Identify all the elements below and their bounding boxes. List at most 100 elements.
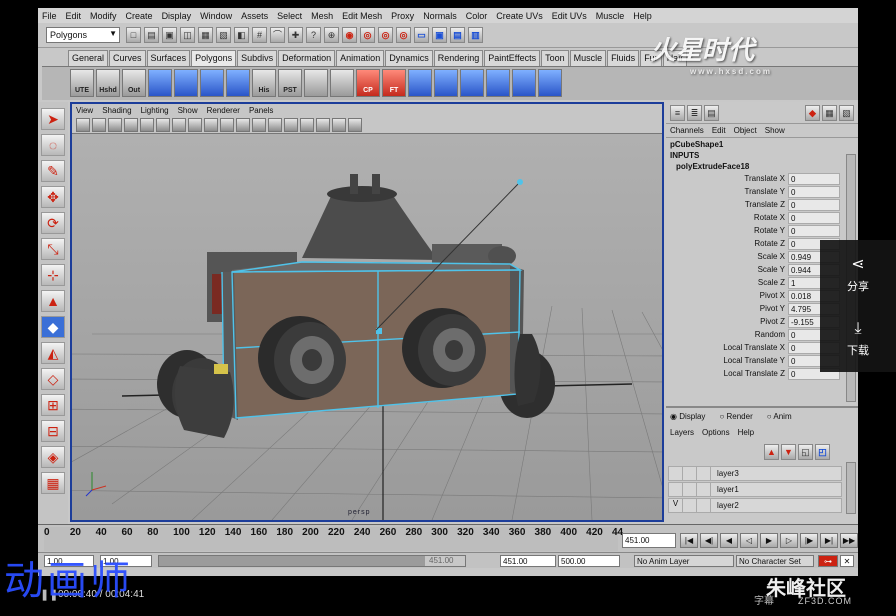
layer-row[interactable]: layer1 <box>668 482 842 497</box>
attribute-value-field[interactable]: 0 <box>788 211 840 224</box>
attribute-label[interactable]: Scale X <box>666 252 788 261</box>
attribute-label[interactable]: Scale Y <box>666 265 788 274</box>
layer-menu-layers[interactable]: Layers <box>670 428 694 437</box>
go-to-start-icon[interactable]: |◀ <box>680 533 698 548</box>
channel-menu-edit[interactable]: Edit <box>712 126 726 135</box>
attribute-label[interactable]: Local Translate Z <box>666 369 788 378</box>
template-toggle[interactable] <box>683 499 697 512</box>
current-frame-field[interactable]: 451.00 <box>622 533 676 548</box>
color-swatch[interactable] <box>697 499 711 512</box>
attribute-value-field[interactable]: 0 <box>788 224 840 237</box>
shelf-button-5[interactable] <box>200 69 224 97</box>
attribute-label[interactable]: Pivot Z <box>666 317 788 326</box>
snap-curve-icon[interactable]: ⌒ <box>270 27 285 43</box>
move-tool-icon[interactable]: ✥ <box>41 186 65 208</box>
shadows-icon[interactable] <box>300 117 314 132</box>
layer-menu-options[interactable]: Options <box>702 428 730 437</box>
keyframe-icon[interactable]: ◆ <box>805 104 820 121</box>
attribute-editor-icon[interactable]: ▣ <box>432 27 447 43</box>
split-poly-icon[interactable]: ◭ <box>41 342 65 364</box>
menu-muscle[interactable]: Muscle <box>596 11 625 21</box>
template-toggle[interactable] <box>683 483 697 496</box>
isolate-icon[interactable] <box>332 117 346 132</box>
layout-two-icon[interactable]: ⊟ <box>41 420 65 442</box>
channel-menu-show[interactable]: Show <box>765 126 785 135</box>
menu-normals[interactable]: Normals <box>423 11 457 21</box>
shelf-button-11[interactable]: CP <box>356 69 380 97</box>
step-back-icon[interactable]: ◀| <box>700 533 718 548</box>
ipr-render-icon[interactable]: ◎ <box>378 27 393 43</box>
mask-icon[interactable]: ◧ <box>234 27 249 43</box>
menu-edit-mesh[interactable]: Edit Mesh <box>342 11 382 21</box>
channel-box-toggle-icon[interactable]: ≡ <box>670 104 685 121</box>
channel-options-icon[interactable]: ▦ <box>822 104 837 121</box>
range-slider[interactable]: 451.00 <box>158 555 466 567</box>
layout-graph-icon[interactable]: ▦ <box>41 472 65 494</box>
attribute-label[interactable]: Translate Z <box>666 200 788 209</box>
lasso-tool-icon[interactable]: ◌ <box>41 134 65 156</box>
layout-outliner-icon[interactable]: ◈ <box>41 446 65 468</box>
shelf-button-14[interactable] <box>434 69 458 97</box>
shelf-tab-rendering[interactable]: Rendering <box>433 50 484 66</box>
menu-proxy[interactable]: Proxy <box>391 11 414 21</box>
shelf-tab-toon[interactable]: Toon <box>541 50 569 66</box>
select-tool-icon[interactable]: ➤ <box>41 108 65 130</box>
layer-row[interactable]: layer3 <box>668 466 842 481</box>
menu-edit[interactable]: Edit <box>66 11 82 21</box>
image-plane-icon[interactable] <box>124 117 138 132</box>
menu-display[interactable]: Display <box>162 11 192 21</box>
character-set-dropdown[interactable]: No Character Set <box>736 555 814 567</box>
attribute-toggle-icon[interactable]: ▤ <box>704 104 719 121</box>
grid-toggle-icon[interactable] <box>140 117 154 132</box>
hud-icon[interactable] <box>348 117 362 132</box>
rotate-tool-icon[interactable]: ⟳ <box>41 212 65 234</box>
attribute-value-field[interactable]: 0 <box>788 198 840 211</box>
layer-name[interactable]: layer3 <box>711 469 739 478</box>
preferences-icon[interactable]: ✕ <box>840 555 854 567</box>
viewport-menu-renderer[interactable]: Renderer <box>207 106 240 115</box>
bookmark-icon[interactable] <box>108 117 122 132</box>
shelf-tab-surfaces[interactable]: Surfaces <box>146 50 191 66</box>
snap-view-icon[interactable]: ? <box>306 27 321 43</box>
shelf-tab-polygons[interactable]: Polygons <box>191 50 237 66</box>
layer-name[interactable]: layer2 <box>711 501 739 510</box>
open-scene-icon[interactable]: ▤ <box>144 27 159 43</box>
shelf-tab-curves[interactable]: Curves <box>109 50 146 66</box>
step-forward-icon[interactable]: |▶ <box>800 533 818 548</box>
perspective-viewport[interactable]: View Shading Lighting Show Renderer Panels <box>70 102 664 522</box>
anim-layer-dropdown[interactable]: No Anim Layer <box>634 555 734 567</box>
soft-mod-icon[interactable]: ▲ <box>41 290 65 312</box>
layer-name[interactable]: layer1 <box>711 485 739 494</box>
step-back-key-icon[interactable]: ◀ <box>720 533 738 548</box>
shape-name[interactable]: pCubeShape1 <box>666 138 858 151</box>
shelf-button-7[interactable]: His <box>252 69 276 97</box>
menu-assets[interactable]: Assets <box>241 11 268 21</box>
camera-select-icon[interactable] <box>76 117 90 132</box>
attribute-label[interactable]: Pivot Y <box>666 304 788 313</box>
channel-menu-channels[interactable]: Channels <box>670 126 704 135</box>
radio-anim[interactable]: ○ Anim <box>767 412 792 421</box>
layer-row[interactable]: Vlayer2 <box>668 498 842 513</box>
shelf-button-18[interactable] <box>538 69 562 97</box>
menu-color[interactable]: Color <box>466 11 488 21</box>
menu-file[interactable]: File <box>42 11 57 21</box>
manipulator-icon[interactable]: ⊹ <box>41 264 65 286</box>
attribute-label[interactable]: Scale Z <box>666 278 788 287</box>
shelf-tab-deformation[interactable]: Deformation <box>278 50 336 66</box>
panel-divider[interactable] <box>666 406 858 408</box>
shelf-tab-fluids[interactable]: Fluids <box>607 50 640 66</box>
viewport-menu-shading[interactable]: Shading <box>102 106 131 115</box>
save-scene-icon[interactable]: ▣ <box>162 27 177 43</box>
menu-window[interactable]: Window <box>200 11 232 21</box>
render-icon[interactable]: ◎ <box>360 27 375 43</box>
resolution-gate-icon[interactable] <box>172 117 186 132</box>
shelf-tab-dynamics[interactable]: Dynamics <box>385 50 433 66</box>
textured-icon[interactable] <box>268 117 282 132</box>
menu-select[interactable]: Select <box>277 11 302 21</box>
select-hierarchy-icon[interactable]: ◫ <box>180 27 195 43</box>
xray-icon[interactable] <box>316 117 330 132</box>
viewport-menu-lighting[interactable]: Lighting <box>141 106 169 115</box>
shelf-tab-muscle[interactable]: Muscle <box>569 50 607 66</box>
menu-set-dropdown[interactable]: Polygons ▼ <box>46 27 120 43</box>
menu-help[interactable]: Help <box>633 11 652 21</box>
